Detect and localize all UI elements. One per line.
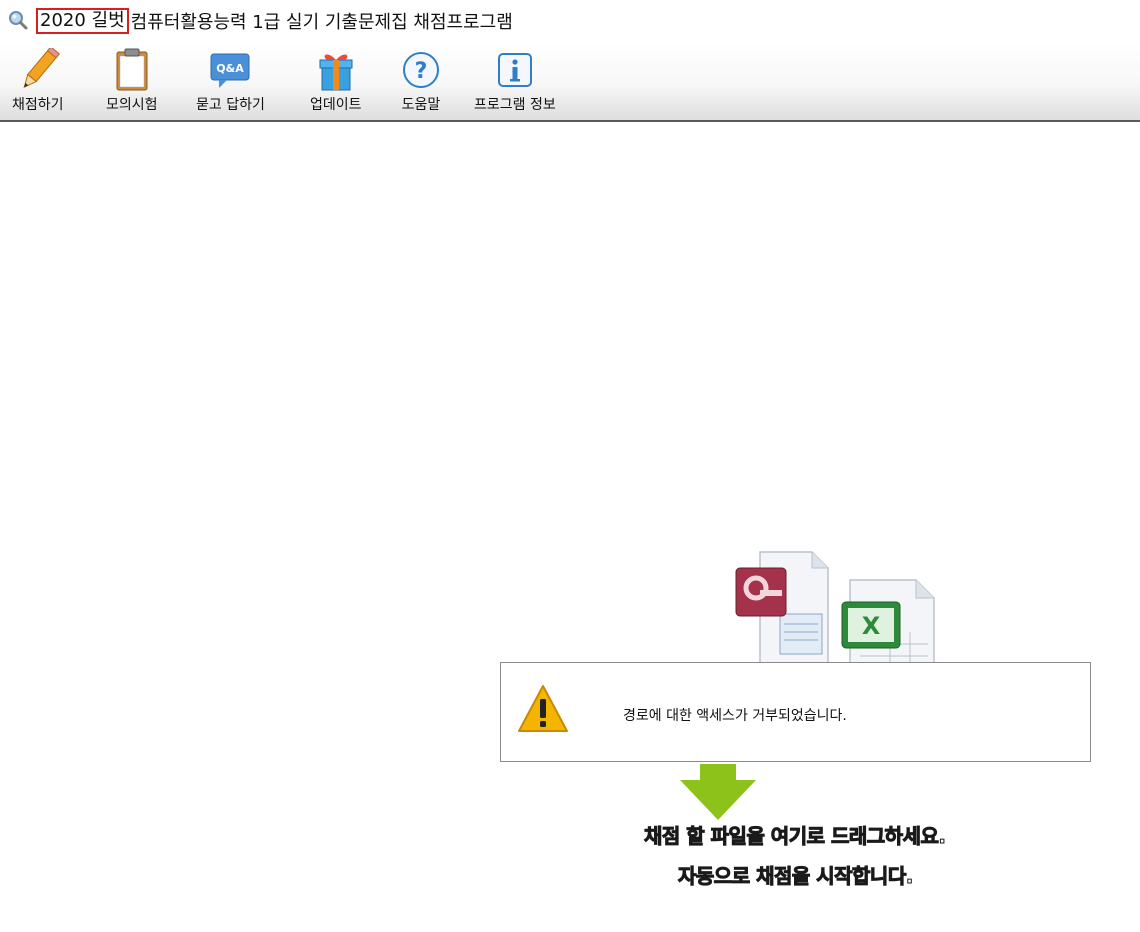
drop-text-auto-grade: 자동으로 채점을 시작 [677, 864, 853, 889]
toolbar: 채점하기 모의시험 Q&A 묻고 답하기 업데이트 ? 도움말 프로그램 정보 [0, 42, 1140, 122]
drop-text-here: 을 여기로 [746, 824, 831, 849]
qa-badge-text: Q&A [217, 62, 245, 75]
down-arrow-icon [680, 764, 756, 820]
window-title: 2020 길벗 컴퓨터활용능력 1급 실기 기출문제집 채점프로그램 [36, 8, 513, 34]
help-button-label: 도움말 [401, 97, 441, 113]
help-button[interactable]: ? 도움말 [398, 48, 444, 118]
drop-text-please: 하세요. [884, 824, 946, 849]
title-highlight: 2020 길벗 [36, 8, 129, 34]
warning-icon [518, 685, 568, 732]
mock-exam-label: 모의시험 [106, 97, 158, 113]
drop-area[interactable]: X 경로에 대한 액세스가 거부되었습니다. 채점 할 파일을 여기로 드래그하… [0, 124, 1140, 932]
program-info-button[interactable]: 프로그램 정보 [474, 48, 556, 118]
update-button[interactable]: 업데이트 [310, 48, 362, 118]
pencil-icon [23, 48, 60, 89]
svg-text:X: X [862, 612, 881, 640]
drop-text-file: 채점 할 파일 [643, 824, 747, 849]
qa-bubble-icon: Q&A [210, 53, 250, 88]
drop-instruction-line2: 자동으로 채점을 시작합니다. [677, 860, 914, 889]
error-message: 경로에 대한 액세스가 거부되었습니다. [623, 708, 847, 724]
title-rest: 컴퓨터활용능력 1급 실기 기출문제집 채점프로그램 [130, 12, 513, 33]
grade-button-label: 채점하기 [12, 97, 64, 113]
grade-button[interactable]: 채점하기 [12, 48, 64, 118]
help-icon: ? [403, 52, 439, 88]
title-bar: 2020 길벗 컴퓨터활용능력 1급 실기 기출문제집 채점프로그램 [0, 0, 1140, 40]
gift-icon [319, 54, 353, 91]
clipboard-icon [116, 48, 148, 91]
qa-button-label: 묻고 답하기 [196, 97, 265, 113]
info-icon [497, 53, 532, 87]
qa-button[interactable]: Q&A 묻고 답하기 [196, 48, 265, 118]
drop-text-drag: 드래그 [830, 824, 885, 849]
update-button-label: 업데이트 [310, 97, 362, 113]
mock-exam-button[interactable]: 모의시험 [106, 48, 158, 118]
drop-instruction-line1: 채점 할 파일을 여기로 드래그하세요. [643, 820, 946, 849]
program-info-label: 프로그램 정보 [474, 97, 556, 113]
magnifier-app-icon [9, 11, 28, 30]
error-dialog: 경로에 대한 액세스가 거부되었습니다. [500, 662, 1091, 762]
svg-text:?: ? [415, 59, 428, 84]
drop-text-starts: 합니다. [852, 864, 914, 889]
